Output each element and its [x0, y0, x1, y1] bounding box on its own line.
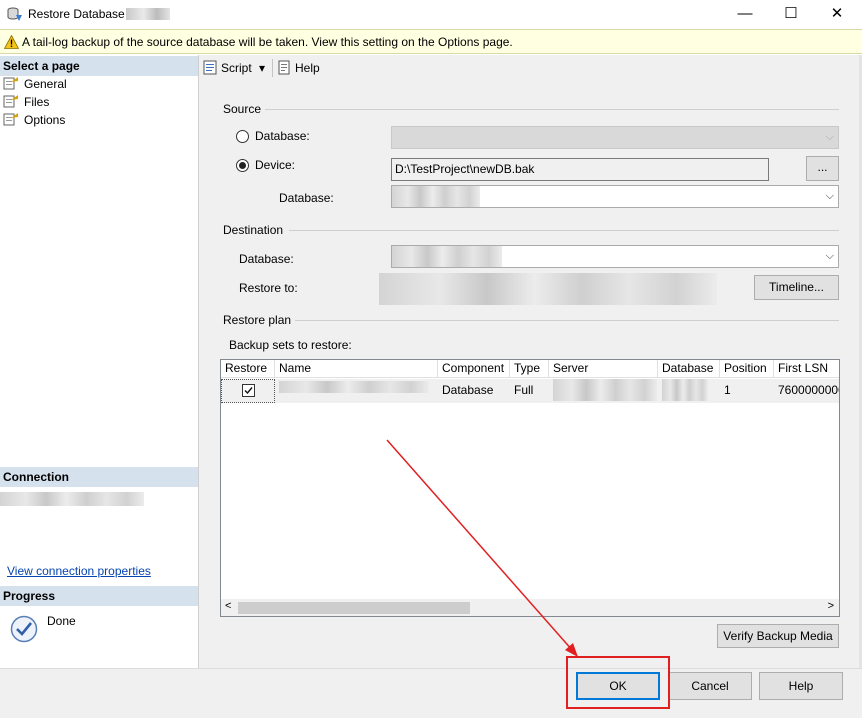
destination-divider [289, 230, 839, 231]
title-redacted [126, 8, 170, 20]
source-database-label: Database: [279, 191, 334, 205]
checkmark-icon [10, 615, 38, 643]
connection-redacted [0, 492, 144, 506]
column-header-component[interactable]: Component [438, 360, 510, 378]
page-item-label: Options [24, 113, 66, 127]
database-redacted [662, 379, 708, 401]
source-database-radio-label: Database: [255, 129, 310, 143]
script-label: Script [221, 61, 252, 75]
restore-plan-divider [295, 320, 839, 321]
backup-sets-label: Backup sets to restore: [229, 338, 352, 352]
connection-header: Connection [0, 467, 198, 487]
restore-checkbox[interactable] [242, 384, 255, 397]
device-path-field[interactable]: D:\TestProject\newDB.bak [391, 158, 769, 181]
source-group-label: Source [223, 102, 262, 116]
toolbar-separator [272, 59, 273, 77]
chevron-down-icon: ⌵ [825, 250, 834, 262]
left-pane: Select a page General Files Options Conn… [0, 55, 199, 668]
restore-cell[interactable] [221, 379, 275, 403]
timeline-button[interactable]: Timeline... [754, 275, 839, 300]
close-button[interactable]: ✕ [814, 0, 860, 29]
main-pane: Script ▾ Help Source Database: ⌵ Device:… [199, 55, 862, 668]
script-dropdown-button[interactable]: ▾ [259, 59, 265, 77]
restore-to-label: Restore to: [239, 281, 298, 295]
type-cell: Full [510, 379, 549, 403]
progress-header: Progress [0, 586, 198, 606]
position-cell: 1 [720, 379, 774, 403]
infobar-message: A tail-log backup of the source database… [22, 35, 513, 49]
checkmark-icon [244, 387, 253, 395]
component-cell: Database [438, 379, 510, 403]
minimize-button[interactable]: — [722, 0, 768, 29]
page-item-general[interactable]: General [3, 75, 67, 93]
database-restore-icon [7, 7, 22, 21]
page-item-options[interactable]: Options [3, 111, 65, 129]
server-redacted [553, 379, 657, 401]
server-cell [549, 379, 658, 403]
dialog-footer: OK Cancel Help [0, 668, 862, 718]
cancel-button[interactable]: Cancel [668, 672, 752, 700]
device-radio[interactable] [236, 159, 249, 172]
database-cell [658, 379, 720, 403]
page-icon [3, 77, 18, 90]
toolbar: Script ▾ Help [199, 55, 862, 81]
source-database-select[interactable]: ⌵ [391, 185, 839, 208]
select-page-header: Select a page [0, 56, 198, 76]
title-bar: Restore Database - — ☐ ✕ [0, 0, 862, 29]
destination-database-redacted [392, 246, 502, 267]
column-header-first-lsn[interactable]: First LSN [774, 360, 839, 378]
ok-button[interactable]: OK [576, 672, 660, 700]
page-icon [3, 95, 18, 108]
restore-plan-group-label: Restore plan [223, 313, 292, 327]
script-button[interactable]: Script [203, 59, 252, 77]
view-connection-properties-link[interactable]: View connection properties [7, 564, 151, 578]
page-item-label: Files [24, 95, 50, 109]
column-header-database[interactable]: Database [658, 360, 720, 378]
script-icon [203, 60, 217, 75]
chevron-down-icon: ⌵ [825, 131, 834, 143]
name-cell [275, 379, 438, 403]
destination-group-label: Destination [223, 223, 284, 237]
destination-database-select[interactable]: ⌵ [391, 245, 839, 268]
help-button[interactable]: Help [759, 672, 843, 700]
help-toolbar-button[interactable]: Help [277, 59, 320, 77]
page-item-label: General [24, 77, 67, 91]
progress-status: Done [47, 614, 76, 628]
help-icon [278, 60, 290, 75]
backup-sets-grid[interactable]: Restore Name Component Type Server Datab… [220, 359, 840, 617]
device-radio-label: Device: [255, 158, 296, 172]
first-lsn-cell: 76000000002 [774, 379, 839, 403]
page-item-files[interactable]: Files [3, 93, 49, 111]
database-radio[interactable] [236, 130, 249, 143]
window-title: Restore Database - [28, 7, 133, 21]
name-redacted [279, 381, 429, 393]
column-header-type[interactable]: Type [510, 360, 549, 378]
source-divider [265, 109, 839, 110]
chevron-down-icon: ⌵ [825, 190, 834, 202]
source-database-redacted [392, 186, 480, 207]
column-header-restore[interactable]: Restore [221, 360, 275, 378]
browse-device-button[interactable]: ... [806, 156, 839, 181]
warning-icon [4, 35, 19, 49]
destination-database-label: Database: [239, 252, 294, 266]
scroll-right-icon[interactable]: > [828, 600, 834, 612]
column-header-name[interactable]: Name [275, 360, 438, 378]
horizontal-scrollbar[interactable]: < > [221, 599, 839, 616]
column-header-server[interactable]: Server [549, 360, 658, 378]
verify-backup-media-button[interactable]: Verify Backup Media [717, 624, 839, 648]
maximize-button[interactable]: ☐ [768, 0, 814, 29]
restore-to-redacted [379, 273, 717, 305]
scroll-left-icon[interactable]: < [225, 600, 231, 612]
column-header-position[interactable]: Position [720, 360, 774, 378]
warning-infobar: A tail-log backup of the source database… [0, 29, 862, 54]
help-toolbar-label: Help [295, 61, 320, 75]
scrollbar-thumb[interactable] [238, 602, 470, 614]
source-database-combo: ⌵ [391, 126, 839, 149]
page-icon [3, 113, 18, 126]
